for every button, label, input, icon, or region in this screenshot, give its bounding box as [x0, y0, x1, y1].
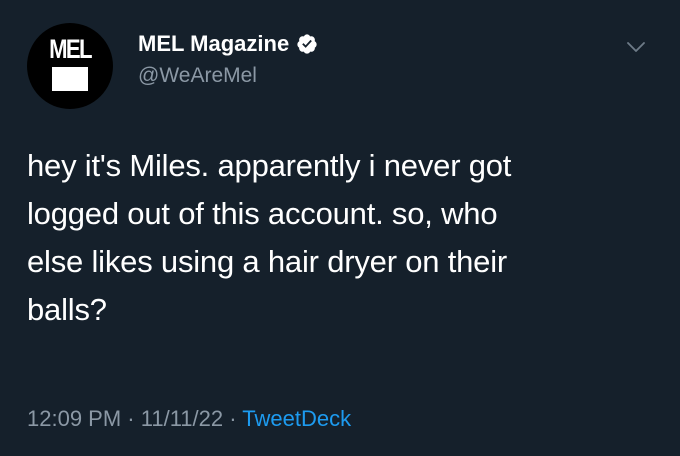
tweet-text-line: else likes using a hair dryer on their [27, 244, 508, 279]
tweet-date[interactable]: 11/11/22 [141, 406, 223, 431]
tweet-card: MEL MEL Magazine @WeAreMel hey it's Mile… [0, 0, 680, 456]
display-name[interactable]: MEL Magazine [138, 30, 289, 58]
account-handle[interactable]: @WeAreMel [138, 63, 257, 89]
avatar-logo-text: MEL [49, 34, 92, 64]
tweet-text-line: hey it's Miles. apparently i never got [27, 148, 512, 183]
avatar[interactable]: MEL [27, 23, 113, 109]
tweet-source-link[interactable]: TweetDeck [242, 406, 351, 431]
tweet-text-line: balls? [27, 292, 107, 327]
verified-badge-icon [297, 34, 317, 54]
meta-separator: · [127, 406, 135, 431]
tweet-text-line: logged out of this account. so, who [27, 196, 498, 231]
tweet-time[interactable]: 12:09 PM [27, 406, 121, 431]
chevron-down-icon[interactable] [624, 35, 648, 59]
tweet-meta: 12:09 PM · 11/11/22 · TweetDeck [27, 405, 351, 433]
author-name-row: MEL Magazine [138, 30, 318, 58]
tweet-text: hey it's Miles. apparently i never got l… [27, 142, 657, 334]
meta-separator: · [229, 406, 237, 431]
avatar-logo-block [52, 67, 88, 91]
